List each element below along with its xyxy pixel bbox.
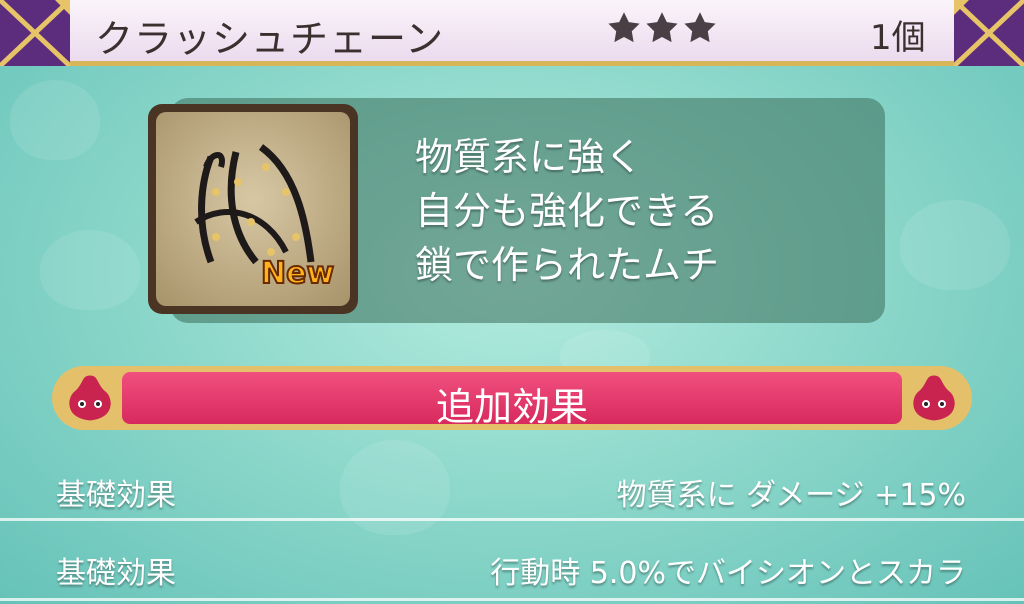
effect-row: 基礎効果 行動時 5.0%でバイシオンとスカラ	[0, 540, 1024, 600]
row-divider	[0, 518, 1024, 521]
effect-label: 基礎効果	[56, 478, 176, 513]
star-icon	[608, 12, 640, 43]
effect-label: 基礎効果	[56, 556, 176, 591]
description-line: 物質系に強く	[415, 135, 644, 179]
effect-value: 行動時 5.0%でバイシオンとスカラ	[490, 556, 966, 591]
description-line: 鎖で作られたムチ	[415, 243, 720, 287]
row-divider	[0, 598, 1024, 601]
background-slime	[40, 230, 140, 310]
slime-ornament-icon	[66, 372, 114, 424]
star-icon	[684, 12, 716, 43]
star-icon	[646, 12, 678, 43]
item-header: クラッシュチェーン 1個	[0, 0, 1024, 66]
item-icon-frame[interactable]: New	[148, 104, 358, 314]
new-badge: New	[260, 255, 335, 292]
description-line: 自分も強化できる	[415, 189, 719, 233]
slime-ornament-icon	[910, 372, 958, 424]
item-icon-background: New	[156, 112, 350, 306]
item-count: 1個	[870, 18, 926, 58]
header-corner-ornament	[0, 0, 70, 66]
rarity-stars	[606, 10, 718, 46]
effect-value: 物質系に ダメージ +15%	[616, 478, 966, 513]
item-description: 物質系に強く 自分も強化できる 鎖で作られたムチ	[415, 130, 719, 292]
background-slime	[10, 80, 100, 160]
item-name: クラッシュチェーン	[95, 17, 445, 61]
header-corner-ornament	[954, 0, 1024, 66]
effects-banner-body: 追加効果	[122, 372, 902, 429]
effects-banner: 追加効果	[52, 366, 972, 430]
background-slime	[900, 200, 1010, 290]
effects-banner-label: 追加効果	[435, 385, 588, 429]
effect-row: 基礎効果 物質系に ダメージ +15%	[0, 462, 1024, 522]
